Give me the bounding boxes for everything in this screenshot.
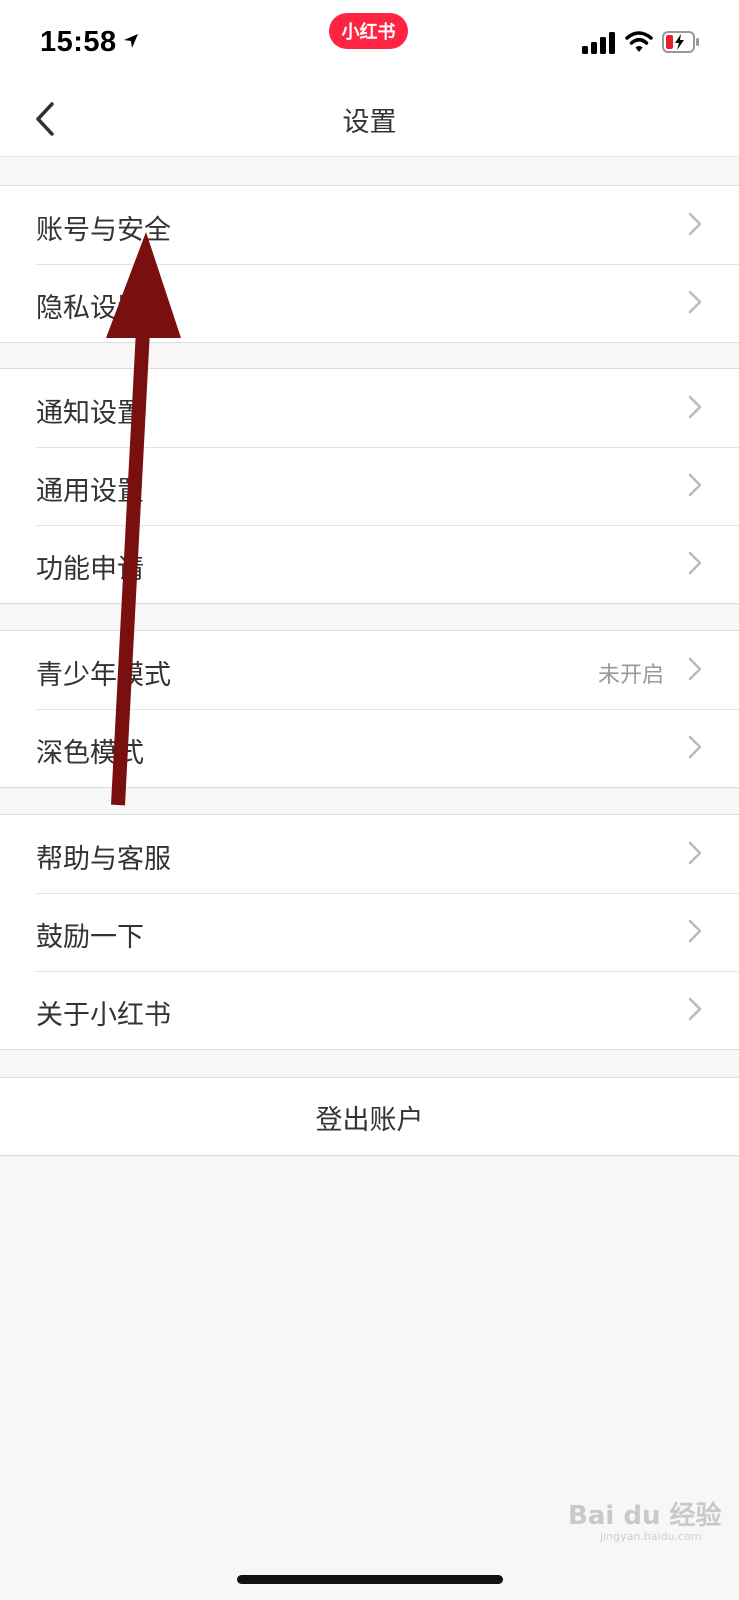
status-bar: 15:58 小红书 [0, 0, 739, 80]
chevron-right-icon [688, 735, 702, 763]
home-indicator[interactable] [237, 1575, 503, 1584]
settings-item-label: 通用设置 [36, 476, 144, 507]
settings-item-feature-request[interactable]: 功能申请 [0, 525, 739, 603]
settings-item-label: 账号与安全 [36, 215, 171, 246]
teen-mode-status: 未开启 [597, 663, 664, 688]
settings-group-account: 账号与安全 隐私设置 [0, 185, 739, 343]
chevron-right-icon [688, 212, 702, 240]
settings-item-label: 通知设置 [36, 398, 144, 429]
settings-item-notifications[interactable]: 通知设置 [0, 369, 739, 447]
settings-item-general[interactable]: 通用设置 [0, 447, 739, 525]
settings-item-encourage[interactable]: 鼓励一下 [0, 893, 739, 971]
settings-group-modes: 青少年模式 未开启 深色模式 [0, 630, 739, 788]
settings-group-general: 通知设置 通用设置 功能申请 [0, 368, 739, 604]
chevron-right-icon [688, 551, 702, 579]
settings-item-label: 功能申请 [36, 554, 144, 585]
logout-label: 登出账户 [315, 1105, 424, 1136]
location-arrow-icon [122, 32, 140, 54]
settings-item-label: 深色模式 [36, 738, 144, 769]
chevron-right-icon [688, 841, 702, 869]
app-badge: 小红书 [329, 13, 408, 49]
wifi-icon [625, 30, 653, 58]
settings-group-support: 帮助与客服 鼓励一下 关于小红书 [0, 814, 739, 1050]
settings-item-account-security[interactable]: 账号与安全 [0, 186, 739, 264]
nav-bar: 设置 [0, 80, 739, 157]
chevron-right-icon [688, 473, 702, 501]
settings-item-label: 关于小红书 [36, 1000, 171, 1031]
settings-item-label: 隐私设置 [36, 293, 144, 324]
chevron-right-icon [688, 919, 702, 947]
page-title: 设置 [342, 107, 397, 138]
status-time: 15:58 [40, 26, 117, 58]
chevron-right-icon [688, 657, 702, 685]
settings-item-privacy[interactable]: 隐私设置 [0, 264, 739, 342]
settings-item-label: 青少年模式 [36, 660, 171, 691]
chevron-right-icon [688, 997, 702, 1025]
settings-item-label: 帮助与客服 [36, 844, 171, 875]
settings-item-help[interactable]: 帮助与客服 [0, 815, 739, 893]
settings-screen: 15:58 小红书 设置 账号与安全 隐私设置 通知设置 通用设置 功能申请 青… [0, 0, 739, 1600]
battery-charging-icon [662, 31, 700, 57]
baidu-watermark: Bai du 经验 [568, 1501, 722, 1531]
settings-item-dark-mode[interactable]: 深色模式 [0, 709, 739, 787]
cellular-signal-icon [582, 32, 616, 58]
settings-item-label: 鼓励一下 [36, 922, 144, 953]
settings-item-about[interactable]: 关于小红书 [0, 971, 739, 1049]
chevron-right-icon [688, 290, 702, 318]
chevron-right-icon [688, 395, 702, 423]
baidu-watermark-url: jingyan.baidu.com [600, 1530, 702, 1543]
logout-button[interactable]: 登出账户 [0, 1077, 739, 1156]
settings-item-teen-mode[interactable]: 青少年模式 未开启 [0, 631, 739, 709]
